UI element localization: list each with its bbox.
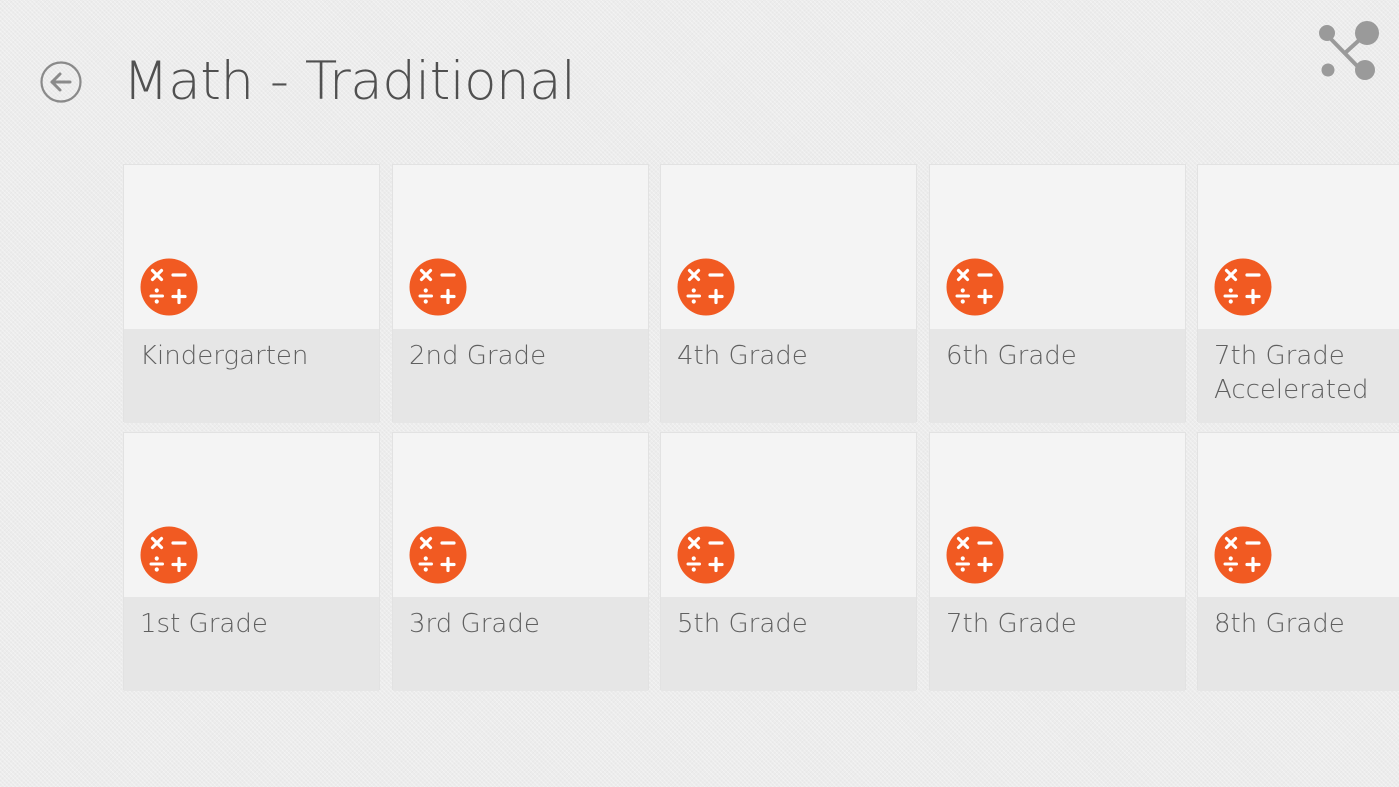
tile-label: 3rd Grade	[409, 609, 540, 639]
tile-8th-grade[interactable]: 8th Grade	[1197, 432, 1399, 691]
tile-image-area	[124, 433, 379, 597]
tile-image-area	[661, 165, 916, 329]
share-button[interactable]	[1314, 19, 1380, 83]
calculator-icon	[946, 258, 1004, 316]
tile-label: 7th Grade Accelerated	[1214, 341, 1369, 405]
calculator-icon	[140, 526, 198, 584]
tile-2nd-grade[interactable]: 2nd Grade	[392, 164, 649, 423]
tile-6th-grade[interactable]: 6th Grade	[929, 164, 1186, 423]
tile-image-area	[661, 433, 916, 597]
tile-image-area	[930, 165, 1185, 329]
calculator-icon	[409, 258, 467, 316]
tile-image-area	[124, 165, 379, 329]
tile-image-area	[393, 433, 648, 597]
tile-1st-grade[interactable]: 1st Grade	[123, 432, 380, 691]
tile-3rd-grade[interactable]: 3rd Grade	[392, 432, 649, 691]
tile-5th-grade[interactable]: 5th Grade	[660, 432, 917, 691]
tile-kindergarten[interactable]: Kindergarten	[123, 164, 380, 423]
tile-label: 6th Grade	[946, 341, 1077, 371]
tile-image-area	[1198, 433, 1399, 597]
tile-label: 7th Grade	[946, 609, 1077, 639]
tile-image-area	[930, 433, 1185, 597]
back-button[interactable]	[40, 61, 82, 103]
tile-7th-grade-accelerated[interactable]: 7th Grade Accelerated	[1197, 164, 1399, 423]
tile-image-area	[393, 165, 648, 329]
tile-7th-grade[interactable]: 7th Grade	[929, 432, 1186, 691]
tile-label: 1st Grade	[140, 609, 268, 639]
tile-label: 8th Grade	[1214, 609, 1345, 639]
page-title: Math - Traditional	[123, 51, 576, 112]
tile-4th-grade[interactable]: 4th Grade	[660, 164, 917, 423]
calculator-icon	[1214, 258, 1272, 316]
calculator-icon	[140, 258, 198, 316]
calculator-icon	[946, 526, 1004, 584]
share-icon	[1314, 19, 1380, 83]
tile-image-area	[1198, 165, 1399, 329]
tile-label: Kindergarten	[140, 341, 309, 371]
calculator-icon	[1214, 526, 1272, 584]
tile-label: 4th Grade	[677, 341, 808, 371]
calculator-icon	[677, 526, 735, 584]
back-arrow-icon	[40, 61, 82, 103]
tile-label: 2nd Grade	[409, 341, 547, 371]
tile-label: 5th Grade	[677, 609, 808, 639]
grade-tile-grid: Kindergarten 1st Grade 2nd Grade 3rd Grade 4…	[123, 164, 1399, 692]
calculator-icon	[677, 258, 735, 316]
calculator-icon	[409, 526, 467, 584]
